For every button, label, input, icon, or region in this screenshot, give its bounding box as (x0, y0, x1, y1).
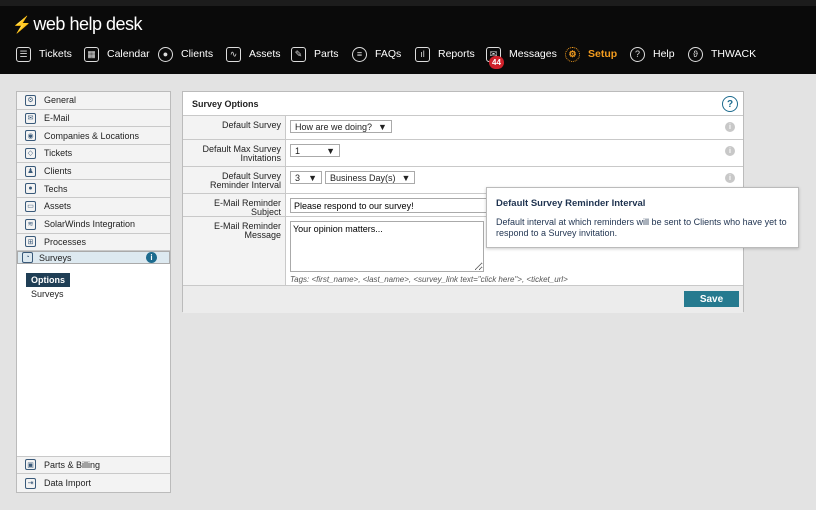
sidebar-item-tickets[interactable]: ◇Tickets (17, 145, 170, 163)
logo[interactable]: ⚡web help desk (12, 14, 142, 35)
default-survey-label: Default Survey (183, 116, 286, 139)
nav-clients[interactable]: ●Clients (158, 44, 213, 64)
reminder-unit-select[interactable]: Business Day(s)▼ (325, 171, 415, 184)
tooltip: Default Survey Reminder Interval Default… (486, 187, 799, 248)
max-invitations-label: Default Max Survey Invitations (183, 140, 286, 166)
solarwinds-logo-icon: ⚡ (12, 15, 31, 35)
help-icon[interactable]: ? (722, 96, 738, 112)
dropdown-arrow-icon: ▼ (402, 173, 411, 183)
nav-thwack[interactable]: ϑTHWACK (688, 44, 756, 64)
tooltip-body: Default interval at which reminders will… (496, 217, 789, 239)
thwack-icon: ϑ (688, 47, 703, 62)
sidebar-item-parts-billing[interactable]: ▣Parts & Billing (17, 457, 170, 475)
sidebar-item-data-import[interactable]: ⇥Data Import (17, 474, 170, 492)
calendar-icon: ▦ (84, 47, 99, 62)
sidebar-item-surveys[interactable]: ◔Surveysi (17, 251, 170, 264)
nav-setup[interactable]: ⚙Setup (565, 44, 617, 64)
sidebar-item-general[interactable]: ⚙General (17, 92, 170, 110)
report-icon: ıl (415, 47, 430, 62)
sidebar: ⚙General✉E-Mail◉Companies & Locations◇Ti… (16, 91, 171, 493)
user-icon: ● (158, 47, 173, 62)
dropdown-arrow-icon: ▼ (308, 173, 317, 183)
list-icon: ☰ (16, 47, 31, 62)
nav-tickets[interactable]: ☰Tickets (16, 44, 72, 64)
submenu-options[interactable]: Options (26, 273, 70, 287)
save-button[interactable]: Save (684, 291, 739, 307)
assets-icon: ▭ (25, 201, 36, 212)
nav-parts[interactable]: ✎Parts (291, 44, 339, 64)
wrench-icon: ✎ (291, 47, 306, 62)
nav-help[interactable]: ?Help (630, 44, 675, 64)
monitor-icon: ∿ (226, 47, 241, 62)
tooltip-title: Default Survey Reminder Interval (496, 198, 789, 209)
techs-icon: ● (25, 183, 36, 194)
info-icon[interactable]: i (146, 252, 157, 263)
nav-reports[interactable]: ılReports (415, 44, 475, 64)
dropdown-arrow-icon: ▼ (378, 122, 387, 132)
clients-icon: ♟ (25, 166, 36, 177)
solarwinds-integration-icon: ≋ (25, 219, 36, 230)
reminder-interval-select[interactable]: 3▼ (290, 171, 322, 184)
help-icon: ? (630, 47, 645, 62)
unread-badge: 44 (489, 56, 504, 69)
sidebar-item-assets[interactable]: ▭Assets (17, 198, 170, 216)
reminder-interval-label: Default Survey Reminder Interval (183, 167, 286, 193)
nav-messages[interactable]: ✉Messages44 (486, 44, 557, 64)
nav-faqs[interactable]: ≡FAQs (352, 44, 401, 64)
gear-icon: ⚙ (565, 47, 580, 62)
surveys-icon: ◔ (22, 252, 33, 263)
dropdown-arrow-icon: ▼ (326, 146, 335, 156)
sidebar-item-e-mail[interactable]: ✉E-Mail (17, 110, 170, 128)
submenu-surveys[interactable]: Surveys (26, 287, 170, 301)
nav-assets[interactable]: ∿Assets (226, 44, 281, 64)
default-survey-select[interactable]: How are we doing?▼ (290, 120, 392, 133)
processes-icon: ⊞ (25, 236, 36, 247)
surveys-submenu: Options Surveys (17, 264, 170, 301)
sidebar-item-solarwinds-integration[interactable]: ≋SolarWinds Integration (17, 216, 170, 234)
sidebar-item-processes[interactable]: ⊞Processes (17, 234, 170, 252)
info-icon[interactable]: i (725, 122, 735, 132)
general-icon: ⚙ (25, 95, 36, 106)
parts-billing-icon: ▣ (25, 459, 36, 470)
max-invitations-select[interactable]: 1▼ (290, 144, 340, 157)
info-icon[interactable]: i (725, 173, 735, 183)
info-icon[interactable]: i (725, 146, 735, 156)
tags-hint: Tags: <first_name>, <last_name>, <survey… (290, 275, 739, 284)
companies-locations-icon: ◉ (25, 130, 36, 141)
message-textarea[interactable]: Your opinion matters... (290, 221, 484, 272)
sidebar-item-clients[interactable]: ♟Clients (17, 163, 170, 181)
message-label: E-Mail Reminder Message (183, 217, 286, 285)
nav-calendar[interactable]: ▦Calendar (84, 44, 150, 64)
data-import-icon: ⇥ (25, 478, 36, 489)
sidebar-item-techs[interactable]: ●Techs (17, 180, 170, 198)
panel-title: Survey Options (192, 99, 259, 109)
subject-label: E-Mail Reminder Subject (183, 194, 286, 216)
tickets-icon: ◇ (25, 148, 36, 159)
sidebar-item-companies-locations[interactable]: ◉Companies & Locations (17, 127, 170, 145)
faq-icon: ≡ (352, 47, 367, 62)
e-mail-icon: ✉ (25, 113, 36, 124)
